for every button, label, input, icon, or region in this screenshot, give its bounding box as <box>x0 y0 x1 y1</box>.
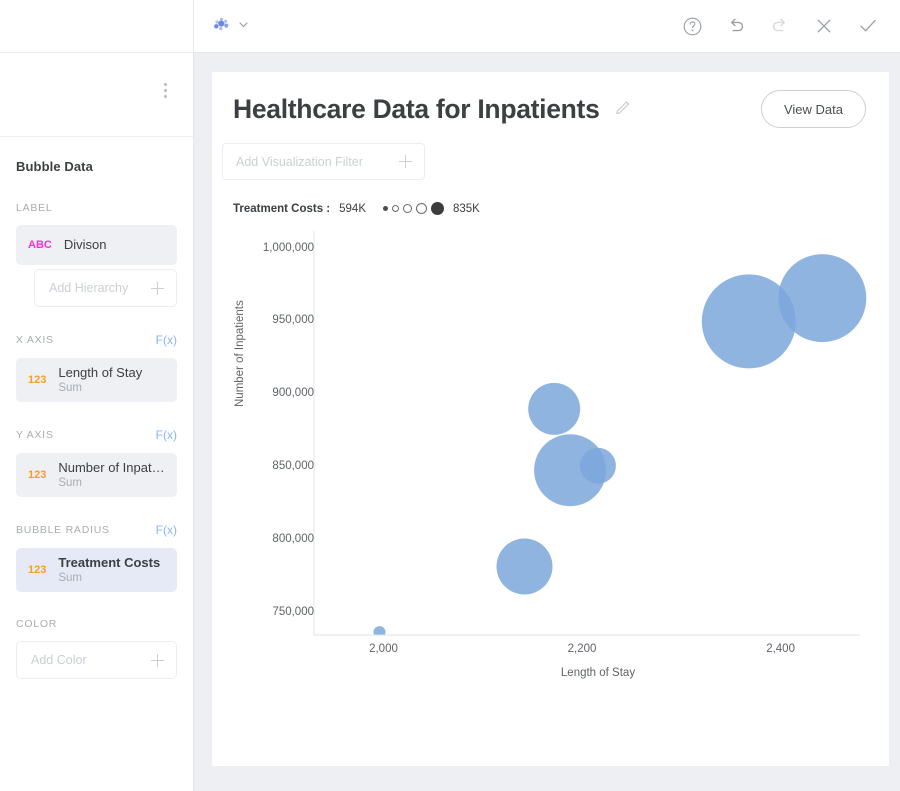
bubble-size-legend: Treatment Costs : 594K 835K <box>233 202 889 215</box>
shelf-x-axis-text: X AXIS <box>16 334 54 346</box>
x-axis-tick-label: 2,400 <box>766 643 795 655</box>
bubble-point[interactable] <box>528 383 580 435</box>
field-chip-aggregation: Sum <box>58 476 165 490</box>
field-type-icon: 123 <box>28 469 46 481</box>
add-filter-label: Add Visualization Filter <box>236 155 363 169</box>
field-chip-name: Length of Stay <box>58 365 142 381</box>
viz-type-selector[interactable] <box>212 16 249 37</box>
add-hierarchy-button[interactable]: Add Hierarchy <box>34 269 177 307</box>
help-icon[interactable] <box>680 14 704 38</box>
add-hierarchy-label: Add Hierarchy <box>49 281 128 295</box>
left-sidebar: Bubble Data LABEL ABC Divison Add Hierar… <box>0 53 194 791</box>
shelf-label-text: LABEL <box>16 202 52 214</box>
field-type-icon: 123 <box>28 374 46 386</box>
add-color-button[interactable]: Add Color <box>16 641 177 679</box>
shelf-bubble-radius-title: BUBBLE RADIUS F(x) <box>16 523 177 537</box>
shelf-x-axis-title: X AXIS F(x) <box>16 333 177 347</box>
field-chip-name: Treatment Costs <box>58 555 160 571</box>
shelf-y-axis-text: Y AXIS <box>16 429 54 441</box>
bubble-chart-icon <box>212 16 231 37</box>
shelf-bubble-radius: BUBBLE RADIUS F(x) 123 Treatment Costs S… <box>16 523 177 592</box>
legend-dot-3 <box>403 204 412 213</box>
undo-icon[interactable] <box>724 14 748 38</box>
legend-scale-dots <box>383 202 444 215</box>
visualization-card: Healthcare Data for Inpatients View Data… <box>212 72 889 766</box>
legend-dot-1 <box>383 206 388 211</box>
shelf-bubble-radius-text: BUBBLE RADIUS <box>16 524 110 536</box>
shelf-y-axis-title: Y AXIS F(x) <box>16 428 177 442</box>
field-type-icon: ABC <box>28 239 52 251</box>
field-chip-number-of-inpatients[interactable]: 123 Number of Inpatie… Sum <box>16 453 177 497</box>
bubble-point[interactable] <box>580 448 616 484</box>
bubble-point[interactable] <box>702 274 796 368</box>
x-axis-tick-label: 2,200 <box>568 643 597 655</box>
shelf-color-title: COLOR <box>16 618 177 630</box>
legend-max-label: 835K <box>453 203 480 215</box>
pencil-icon[interactable] <box>614 97 633 121</box>
toolbar <box>194 0 900 53</box>
close-icon[interactable] <box>812 14 836 38</box>
field-chip-treatment-costs[interactable]: 123 Treatment Costs Sum <box>16 548 177 592</box>
fx-button-x-axis[interactable]: F(x) <box>156 333 177 347</box>
x-axis-title: Length of Stay <box>212 667 889 679</box>
shelf-color: COLOR Add Color <box>16 618 177 679</box>
sidebar-more-menu-icon[interactable] <box>157 80 173 100</box>
shelf-x-axis: X AXIS F(x) 123 Length of Stay Sum <box>16 333 177 402</box>
bubble-point[interactable] <box>497 539 553 595</box>
topbar-left-spacer <box>0 0 194 53</box>
fx-button-y-axis[interactable]: F(x) <box>156 428 177 442</box>
field-chip-text: Length of Stay Sum <box>58 365 142 396</box>
panel-title: Bubble Data <box>16 159 177 174</box>
plus-icon <box>151 654 164 667</box>
shelf-label-title: LABEL <box>16 202 177 214</box>
field-chip-name: Divison <box>64 237 107 253</box>
x-axis-tick-label: 2,000 <box>369 643 398 655</box>
sidebar-content: Bubble Data LABEL ABC Divison Add Hierar… <box>0 137 193 679</box>
field-chip-name: Number of Inpatie… <box>58 460 165 476</box>
field-chip-length-of-stay[interactable]: 123 Length of Stay Sum <box>16 358 177 402</box>
bubble-chart: Number of Inpatients 750,000800,000850,0… <box>212 221 889 741</box>
bubble-series <box>374 254 867 638</box>
bubble-point[interactable] <box>374 626 386 638</box>
card-header: Healthcare Data for Inpatients View Data <box>212 72 889 128</box>
legend-dot-4 <box>416 203 427 214</box>
page-title: Healthcare Data for Inpatients <box>233 94 600 125</box>
toolbar-actions <box>680 14 880 38</box>
legend-dot-2 <box>392 205 399 212</box>
plot-area <box>212 221 889 691</box>
fx-button-bubble-radius[interactable]: F(x) <box>156 523 177 537</box>
legend-dot-5 <box>431 202 444 215</box>
shelf-label: LABEL ABC Divison Add Hierarchy <box>16 202 177 307</box>
field-chip-text: Number of Inpatie… Sum <box>58 460 165 491</box>
shelf-y-axis: Y AXIS F(x) 123 Number of Inpatie… Sum <box>16 428 177 497</box>
add-visualization-filter-button[interactable]: Add Visualization Filter <box>222 143 425 180</box>
plus-icon <box>151 282 164 295</box>
field-chip-text: Treatment Costs Sum <box>58 555 160 586</box>
view-data-button[interactable]: View Data <box>761 90 866 128</box>
field-type-icon: 123 <box>28 564 46 576</box>
plus-icon <box>399 155 412 168</box>
sidebar-header <box>0 53 193 137</box>
field-chip-text: Divison <box>64 237 107 253</box>
field-chip-aggregation: Sum <box>58 381 142 395</box>
field-chip-aggregation: Sum <box>58 571 160 585</box>
chevron-down-icon <box>238 17 249 35</box>
legend-min-label: 594K <box>339 203 366 215</box>
legend-title: Treatment Costs : <box>233 203 330 215</box>
redo-icon[interactable] <box>768 14 792 38</box>
add-color-label: Add Color <box>31 653 87 667</box>
shelf-color-text: COLOR <box>16 618 57 630</box>
field-chip-divison[interactable]: ABC Divison <box>16 225 177 265</box>
confirm-icon[interactable] <box>856 14 880 38</box>
